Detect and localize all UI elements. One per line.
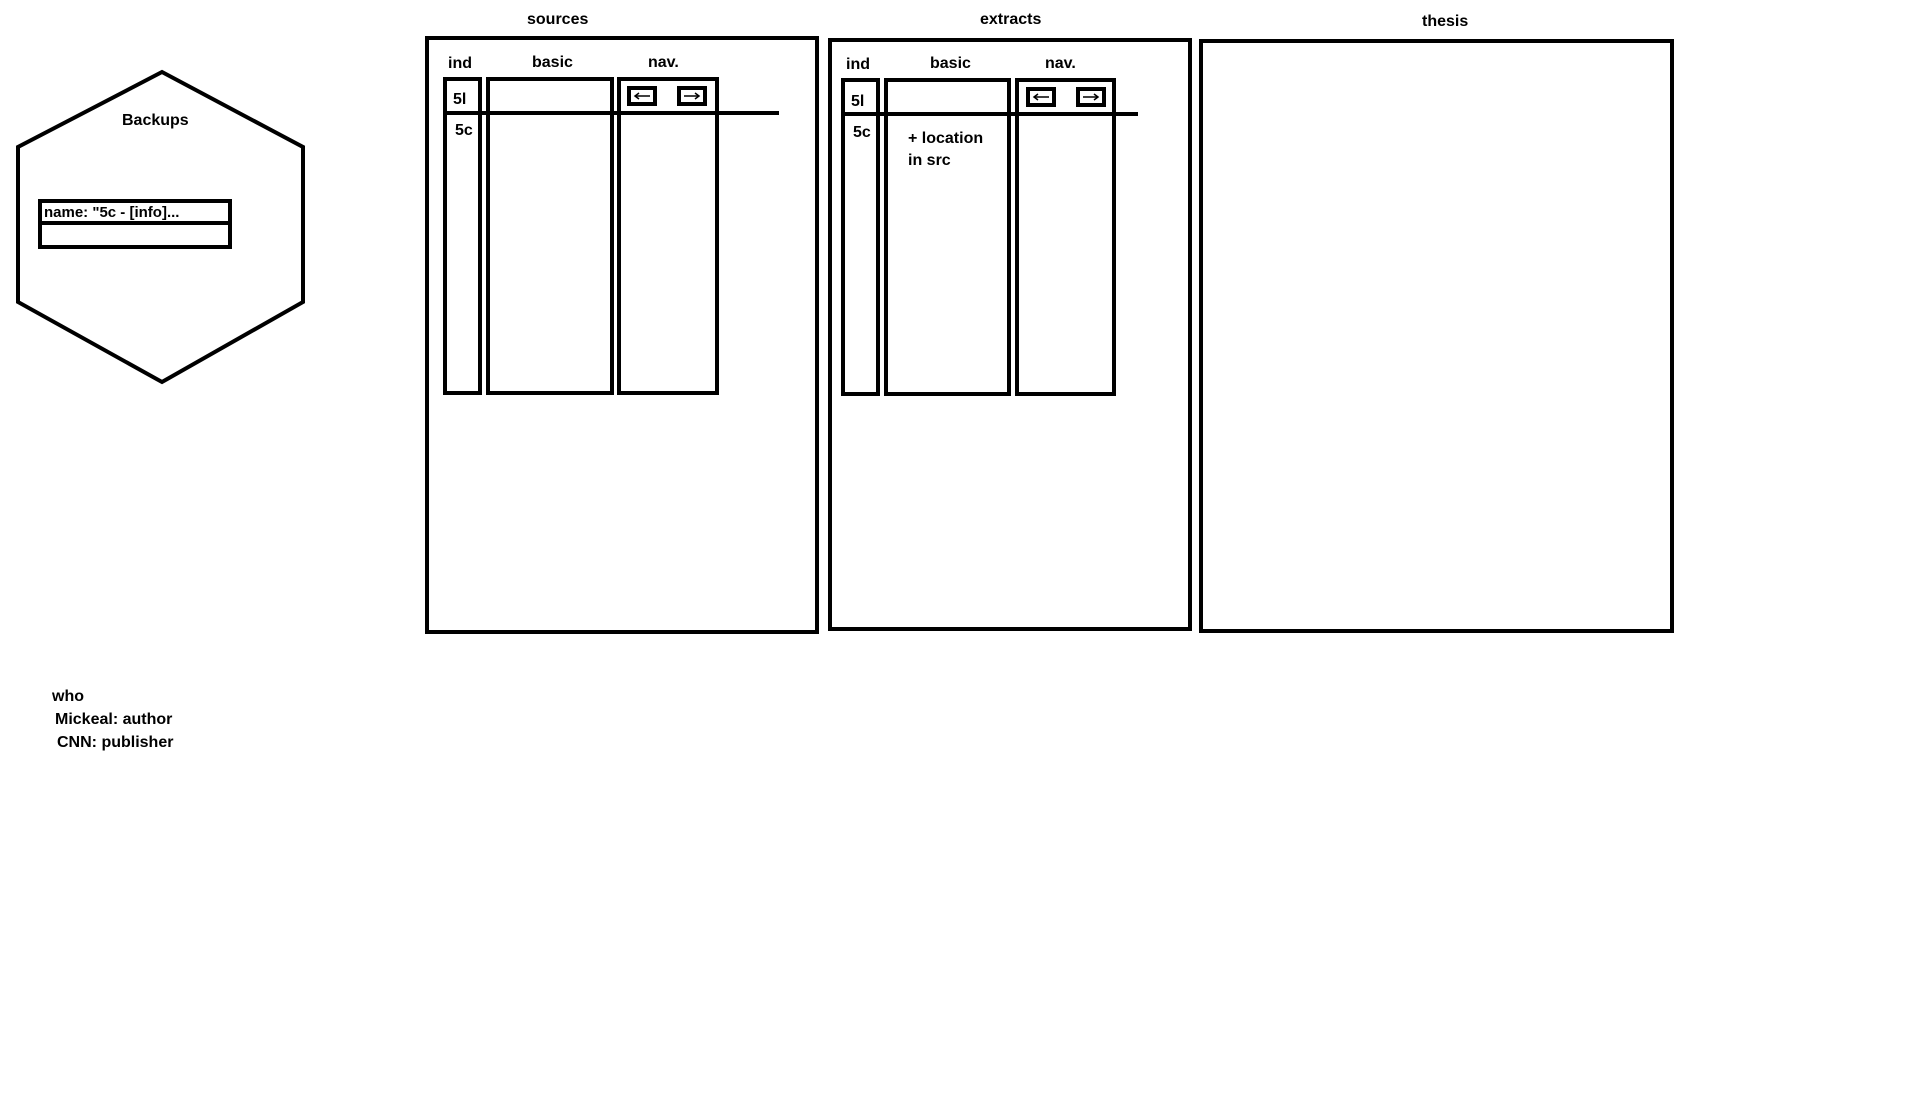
- sources-prev-button[interactable]: [627, 86, 657, 106]
- right-arrow-icon: [1083, 93, 1100, 101]
- extracts-row-divider: [841, 112, 1138, 116]
- extracts-col-ind-header: ind: [846, 56, 870, 73]
- who-author-line: Mickeal: author: [55, 711, 173, 728]
- backups-panel: Backups name: "5c - [info]...: [0, 0, 320, 400]
- sources-row-divider: [443, 111, 779, 115]
- backup-name-value: name: "5c - [info]...: [44, 205, 180, 221]
- sources-nav-column: [617, 77, 719, 395]
- sources-col-ind-header: ind: [448, 55, 472, 72]
- who-heading: who: [52, 688, 84, 705]
- extracts-prev-button[interactable]: [1026, 87, 1056, 107]
- backup-second-field[interactable]: [38, 221, 232, 249]
- backups-title: Backups: [122, 112, 189, 129]
- who-publisher-line: CNN: publisher: [57, 734, 174, 751]
- extracts-row2-ind[interactable]: 5c: [853, 124, 871, 142]
- left-arrow-icon: [1032, 93, 1049, 101]
- sources-title: sources: [527, 11, 589, 28]
- sources-row1-ind[interactable]: 5l: [453, 91, 466, 109]
- sources-row2-ind[interactable]: 5c: [455, 122, 473, 140]
- extracts-col-nav-header: nav.: [1045, 55, 1076, 72]
- extracts-nav-column: [1015, 78, 1116, 396]
- right-arrow-icon: [684, 92, 701, 100]
- thesis-title: thesis: [1422, 13, 1469, 30]
- left-arrow-icon: [633, 92, 650, 100]
- thesis-panel: [1199, 39, 1674, 633]
- extracts-basic-note-line1: + location: [908, 130, 984, 147]
- extracts-basic-note-line2: in src: [908, 152, 951, 169]
- extracts-row1-ind[interactable]: 5l: [851, 93, 864, 111]
- extracts-title: extracts: [980, 11, 1042, 28]
- sources-col-basic-header: basic: [532, 54, 573, 71]
- sources-col-nav-header: nav.: [648, 54, 679, 71]
- sources-basic-column: [486, 77, 614, 395]
- extracts-next-button[interactable]: [1076, 87, 1106, 107]
- extracts-basic-column: [884, 78, 1011, 396]
- sources-next-button[interactable]: [677, 86, 707, 106]
- extracts-col-basic-header: basic: [930, 55, 971, 72]
